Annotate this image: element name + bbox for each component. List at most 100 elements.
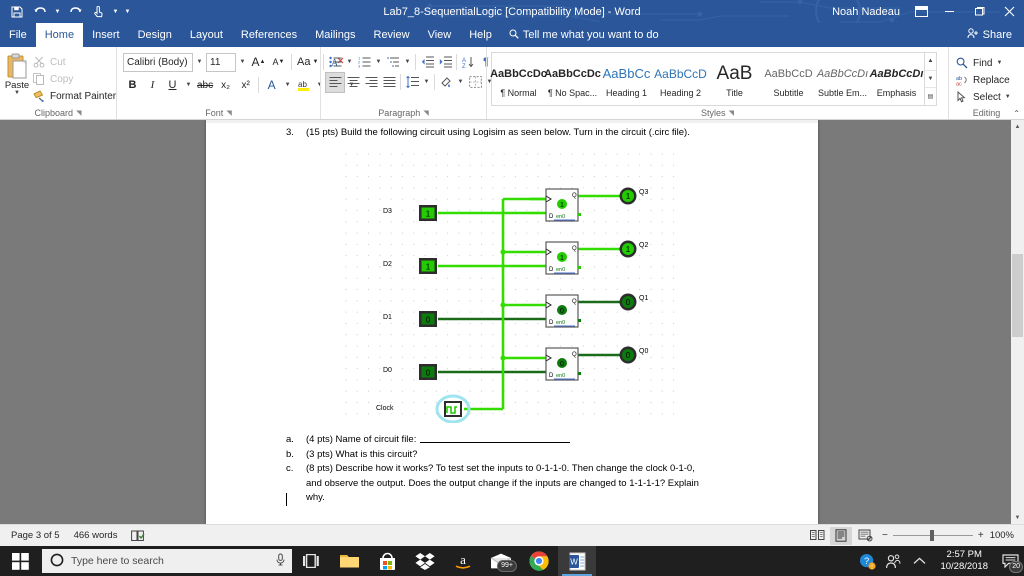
minimize-button[interactable] bbox=[934, 0, 964, 23]
align-right-button[interactable] bbox=[362, 73, 380, 92]
strikethrough-button[interactable]: abc bbox=[195, 76, 215, 95]
notification-center-button[interactable]: 20 bbox=[996, 546, 1024, 576]
find-button[interactable]: Find ▼ bbox=[953, 55, 1015, 71]
shrink-font-button[interactable]: A▼ bbox=[269, 53, 288, 72]
scroll-up-icon[interactable]: ▲ bbox=[1011, 120, 1024, 133]
bold-button[interactable]: B bbox=[123, 76, 142, 95]
account-name[interactable]: Noah Nadeau bbox=[824, 6, 908, 18]
google-chrome-icon[interactable] bbox=[520, 546, 558, 576]
borders-button[interactable] bbox=[466, 73, 484, 92]
decrease-indent-button[interactable] bbox=[418, 53, 436, 72]
show-hidden-icons-chevron[interactable] bbox=[906, 546, 932, 576]
undo-icon[interactable] bbox=[29, 2, 51, 22]
font-name-input[interactable]: Calibri (Body) bbox=[123, 53, 193, 72]
word-count[interactable]: 466 words bbox=[67, 526, 125, 546]
document-content[interactable]: 3. (15 pts) Build the following circuit … bbox=[206, 120, 818, 506]
clipboard-dialog-launcher-icon[interactable]: ◥ bbox=[76, 109, 81, 117]
paste-dropdown-icon[interactable]: ▼ bbox=[14, 91, 20, 96]
font-dialog-launcher-icon[interactable]: ◥ bbox=[226, 109, 231, 117]
style-normal[interactable]: AaBbCcDc ¶ Normal bbox=[492, 53, 546, 105]
document-vertical-scrollbar[interactable]: ▲ ▼ bbox=[1011, 120, 1024, 524]
shading-button[interactable] bbox=[437, 73, 455, 92]
bullets-dropdown-icon[interactable]: ▼ bbox=[344, 53, 355, 72]
justify-button[interactable] bbox=[380, 73, 398, 92]
print-layout-view-button[interactable] bbox=[830, 527, 852, 545]
redo-icon[interactable] bbox=[64, 2, 86, 22]
font-size-dropdown-icon[interactable]: ▼ bbox=[237, 53, 248, 72]
numbering-button[interactable]: 123 bbox=[355, 53, 373, 72]
style-subtle-emphasis[interactable]: AaBbCcDı Subtle Em... bbox=[816, 53, 870, 105]
style-heading-2[interactable]: AaBbCcD Heading 2 bbox=[654, 53, 708, 105]
style-heading-1[interactable]: AaBbCс Heading 1 bbox=[600, 53, 654, 105]
tab-insert[interactable]: Insert bbox=[83, 23, 129, 47]
multilevel-list-dropdown-icon[interactable]: ▼ bbox=[402, 53, 413, 72]
web-layout-view-button[interactable] bbox=[854, 527, 876, 545]
collapse-ribbon-icon[interactable]: ⌃ bbox=[1013, 109, 1020, 118]
align-left-button[interactable] bbox=[326, 73, 344, 92]
style-no-spacing[interactable]: AaBbCcDc ¶ No Spac... bbox=[546, 53, 600, 105]
save-icon[interactable] bbox=[6, 2, 28, 22]
line-spacing-button[interactable] bbox=[403, 73, 421, 92]
align-center-button[interactable] bbox=[344, 73, 362, 92]
close-button[interactable] bbox=[994, 0, 1024, 23]
amazon-icon[interactable]: a bbox=[444, 546, 482, 576]
scrollbar-track[interactable] bbox=[1011, 133, 1024, 511]
sort-button[interactable]: AZ bbox=[459, 53, 477, 72]
multilevel-list-button[interactable] bbox=[384, 53, 402, 72]
format-painter-button[interactable]: Format Painter bbox=[30, 88, 120, 104]
tab-design[interactable]: Design bbox=[129, 23, 181, 47]
styles-dialog-launcher-icon[interactable]: ◥ bbox=[729, 109, 734, 117]
tab-home[interactable]: Home bbox=[36, 23, 83, 47]
proofing-errors-icon[interactable] bbox=[124, 526, 152, 546]
customize-qat-icon[interactable]: ▼ bbox=[122, 2, 133, 22]
task-view-button[interactable] bbox=[292, 546, 330, 576]
tab-help[interactable]: Help bbox=[460, 23, 501, 47]
microphone-icon[interactable] bbox=[275, 553, 286, 569]
scrollbar-thumb[interactable] bbox=[1012, 254, 1023, 337]
read-mode-view-button[interactable] bbox=[806, 527, 828, 545]
restore-button[interactable] bbox=[964, 0, 994, 23]
tab-layout[interactable]: Layout bbox=[181, 23, 232, 47]
microsoft-store-icon[interactable] bbox=[368, 546, 406, 576]
numbering-dropdown-icon[interactable]: ▼ bbox=[373, 53, 384, 72]
subscript-button[interactable]: x₂ bbox=[216, 76, 235, 95]
cut-button[interactable]: Cut bbox=[30, 54, 120, 70]
styles-gallery-scrollbar[interactable]: ▲ ▼ ▤ bbox=[924, 52, 937, 106]
zoom-out-button[interactable]: − bbox=[882, 530, 888, 541]
font-size-input[interactable]: 11 bbox=[206, 53, 236, 72]
copy-button[interactable]: Copy bbox=[30, 71, 120, 87]
bullets-button[interactable] bbox=[326, 53, 344, 72]
styles-gallery[interactable]: AaBbCcDc ¶ Normal AaBbCcDc ¶ No Spac... … bbox=[491, 52, 924, 106]
styles-scroll-down-icon[interactable]: ▼ bbox=[925, 70, 936, 88]
styles-more-icon[interactable]: ▤ bbox=[925, 87, 936, 105]
text-effects-button[interactable]: A bbox=[262, 76, 281, 95]
underline-button[interactable]: U bbox=[163, 76, 182, 95]
tab-review[interactable]: Review bbox=[365, 23, 419, 47]
scroll-down-icon[interactable]: ▼ bbox=[1011, 511, 1024, 524]
microsoft-word-icon[interactable]: W bbox=[558, 546, 596, 576]
style-title[interactable]: AaB Title bbox=[708, 53, 762, 105]
tab-references[interactable]: References bbox=[232, 23, 306, 47]
ribbon-display-options-icon[interactable] bbox=[908, 0, 934, 23]
style-subtitle[interactable]: AaBbCcD Subtitle bbox=[762, 53, 816, 105]
zoom-thumb[interactable] bbox=[930, 530, 934, 541]
find-dropdown-icon[interactable]: ▼ bbox=[996, 60, 1002, 66]
line-spacing-dropdown-icon[interactable]: ▼ bbox=[421, 73, 432, 92]
select-dropdown-icon[interactable]: ▼ bbox=[1005, 94, 1011, 100]
styles-scroll-up-icon[interactable]: ▲ bbox=[925, 53, 936, 70]
touch-mode-dropdown-icon[interactable]: ▼ bbox=[110, 2, 121, 22]
shading-dropdown-icon[interactable]: ▼ bbox=[455, 73, 466, 92]
text-effects-dropdown-icon[interactable]: ▼ bbox=[282, 76, 293, 95]
grow-font-button[interactable]: A▲ bbox=[249, 53, 268, 72]
file-explorer-icon[interactable] bbox=[330, 546, 368, 576]
dropbox-icon[interactable] bbox=[406, 546, 444, 576]
italic-button[interactable]: I bbox=[143, 76, 162, 95]
help-alert-icon[interactable]: ?! bbox=[854, 546, 880, 576]
style-emphasis[interactable]: AaBbCcDı Emphasis bbox=[870, 53, 924, 105]
increase-indent-button[interactable] bbox=[436, 53, 454, 72]
answer-blank-a[interactable] bbox=[420, 434, 570, 443]
paste-button[interactable]: Paste ▼ bbox=[4, 52, 30, 96]
font-name-dropdown-icon[interactable]: ▼ bbox=[194, 53, 205, 72]
share-button[interactable]: Share bbox=[959, 23, 1024, 47]
select-button[interactable]: Select ▼ bbox=[953, 89, 1015, 105]
